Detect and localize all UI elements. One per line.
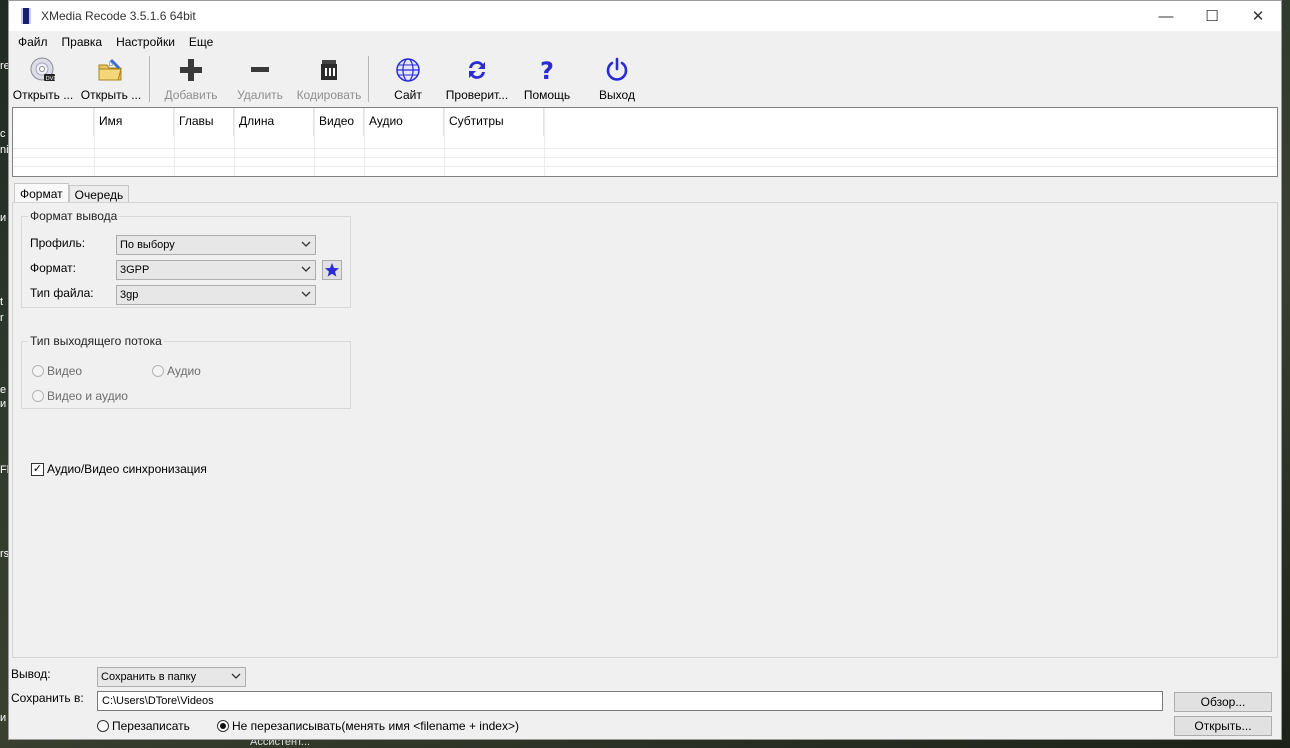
encode-button[interactable]: Кодировать: [296, 53, 362, 105]
settings-tabs: Формат Очередь: [14, 183, 130, 203]
column-header-select[interactable]: [13, 108, 94, 136]
format-select[interactable]: 3GPP: [116, 260, 316, 280]
help-button[interactable]: ? Помощь: [515, 53, 579, 105]
output-mode-label: Вывод:: [11, 667, 51, 681]
minimize-button[interactable]: —: [1143, 1, 1189, 31]
format-tab-panel: Формат вывода Профиль: По выбору Формат:…: [12, 202, 1278, 658]
menu-more[interactable]: Еще: [182, 35, 220, 49]
checkmark-icon: ✓: [31, 462, 44, 476]
toolbar-separator: [149, 56, 150, 102]
encode-label: Кодировать: [296, 88, 362, 102]
open-file-button[interactable]: Открыть ...: [77, 53, 145, 105]
chevron-down-icon: [301, 266, 311, 272]
output-format-title: Формат вывода: [28, 209, 120, 223]
tab-queue[interactable]: Очередь: [68, 185, 130, 203]
check-update-button[interactable]: Проверит...: [439, 53, 515, 105]
output-mode-select[interactable]: Сохранить в папку: [97, 667, 246, 687]
add-button[interactable]: Добавить: [158, 53, 224, 105]
menu-settings[interactable]: Настройки: [109, 35, 182, 49]
chevron-down-icon: [231, 673, 241, 679]
dvd-disc-icon: DVD: [29, 56, 57, 84]
file-list-header: Имя Главы Длина Видео Аудио Субтитры: [13, 108, 1277, 136]
output-path-input[interactable]: C:\Users\DTore\Videos: [97, 691, 1163, 711]
exit-label: Выход: [599, 88, 635, 102]
menu-bar: Файл Правка Настройки Еще: [9, 31, 1281, 53]
help-label: Помощь: [523, 88, 571, 102]
open-folder-icon: [97, 56, 125, 84]
svg-text:?: ?: [540, 57, 554, 83]
save-to-label: Сохранить в:: [11, 691, 84, 705]
toolbar-separator: [368, 56, 369, 102]
file-list-table[interactable]: Имя Главы Длина Видео Аудио Субтитры: [12, 107, 1278, 177]
radio-audio[interactable]: Аудио: [152, 364, 201, 378]
open-disc-button[interactable]: DVD Открыть ...: [9, 53, 77, 105]
remove-label: Удалить: [237, 88, 283, 102]
exit-button[interactable]: Выход: [579, 53, 655, 105]
power-icon: [603, 56, 631, 84]
chevron-down-icon: [301, 241, 311, 247]
column-header-name[interactable]: Имя: [94, 108, 174, 136]
output-format-group: Формат вывода Профиль: По выбору Формат:…: [21, 209, 351, 308]
close-button[interactable]: ✕: [1235, 1, 1281, 31]
profile-select[interactable]: По выбору: [116, 235, 316, 255]
filetype-label: Тип файла:: [30, 286, 94, 300]
tab-format[interactable]: Формат: [14, 183, 69, 203]
file-list-rows: [13, 148, 1277, 178]
menu-file[interactable]: Файл: [11, 35, 55, 49]
format-label: Формат:: [30, 261, 76, 275]
chevron-down-icon: [301, 291, 311, 297]
radio-overwrite[interactable]: Перезаписать: [97, 719, 190, 733]
window-title: XMedia Recode 3.5.1.6 64bit: [41, 9, 196, 23]
encode-icon: [315, 56, 343, 84]
favorite-format-button[interactable]: [322, 260, 342, 280]
title-bar: XMedia Recode 3.5.1.6 64bit — ☐ ✕: [9, 1, 1281, 31]
toolbar: DVD Открыть ... Открыть ... Добавить Уда…: [9, 53, 1281, 107]
browse-button[interactable]: Обзор...: [1174, 692, 1272, 712]
main-window: XMedia Recode 3.5.1.6 64bit — ☐ ✕ Файл П…: [8, 0, 1282, 740]
check-update-label: Проверит...: [445, 88, 509, 102]
minus-icon: [246, 56, 274, 84]
menu-edit[interactable]: Правка: [55, 35, 110, 49]
website-label: Сайт: [394, 88, 422, 102]
svg-text:DVD: DVD: [46, 76, 57, 82]
radio-video-audio[interactable]: Видео и аудио: [32, 389, 128, 403]
open-folder-button[interactable]: Открыть...: [1174, 716, 1272, 736]
av-sync-checkbox[interactable]: ✓ Аудио/Видео синхронизация: [31, 462, 207, 476]
app-film-icon: [21, 8, 31, 24]
star-icon: [325, 263, 339, 277]
open-disc-label: Открыть ...: [12, 88, 74, 102]
desktop-edge: re c ni иtr e и Fl rs и: [0, 60, 10, 724]
plus-icon: [177, 56, 205, 84]
output-settings-area: Вывод: Сохранить в папку Сохранить в: C:…: [9, 661, 1281, 739]
help-icon: ?: [533, 56, 561, 84]
column-header-video[interactable]: Видео: [314, 108, 364, 136]
globe-icon: [394, 56, 422, 84]
add-label: Добавить: [164, 88, 218, 102]
profile-label: Профиль:: [30, 236, 86, 250]
open-file-label: Открыть ...: [80, 88, 142, 102]
stream-type-group: Тип выходящего потока Видео Аудио Видео …: [21, 334, 351, 409]
maximize-button[interactable]: ☐: [1189, 1, 1235, 31]
stream-type-title: Тип выходящего потока: [28, 334, 164, 348]
column-header-chapters[interactable]: Главы: [174, 108, 234, 136]
column-header-length[interactable]: Длина: [234, 108, 314, 136]
filetype-select[interactable]: 3gp: [116, 285, 316, 305]
column-header-audio[interactable]: Аудио: [364, 108, 444, 136]
radio-no-overwrite[interactable]: Не перезаписывать(менять имя <filename +…: [217, 719, 519, 733]
remove-button[interactable]: Удалить: [224, 53, 296, 105]
column-header-subtitles[interactable]: Субтитры: [444, 108, 544, 136]
radio-video[interactable]: Видео: [32, 364, 82, 378]
website-button[interactable]: Сайт: [377, 53, 439, 105]
refresh-icon: [463, 56, 491, 84]
